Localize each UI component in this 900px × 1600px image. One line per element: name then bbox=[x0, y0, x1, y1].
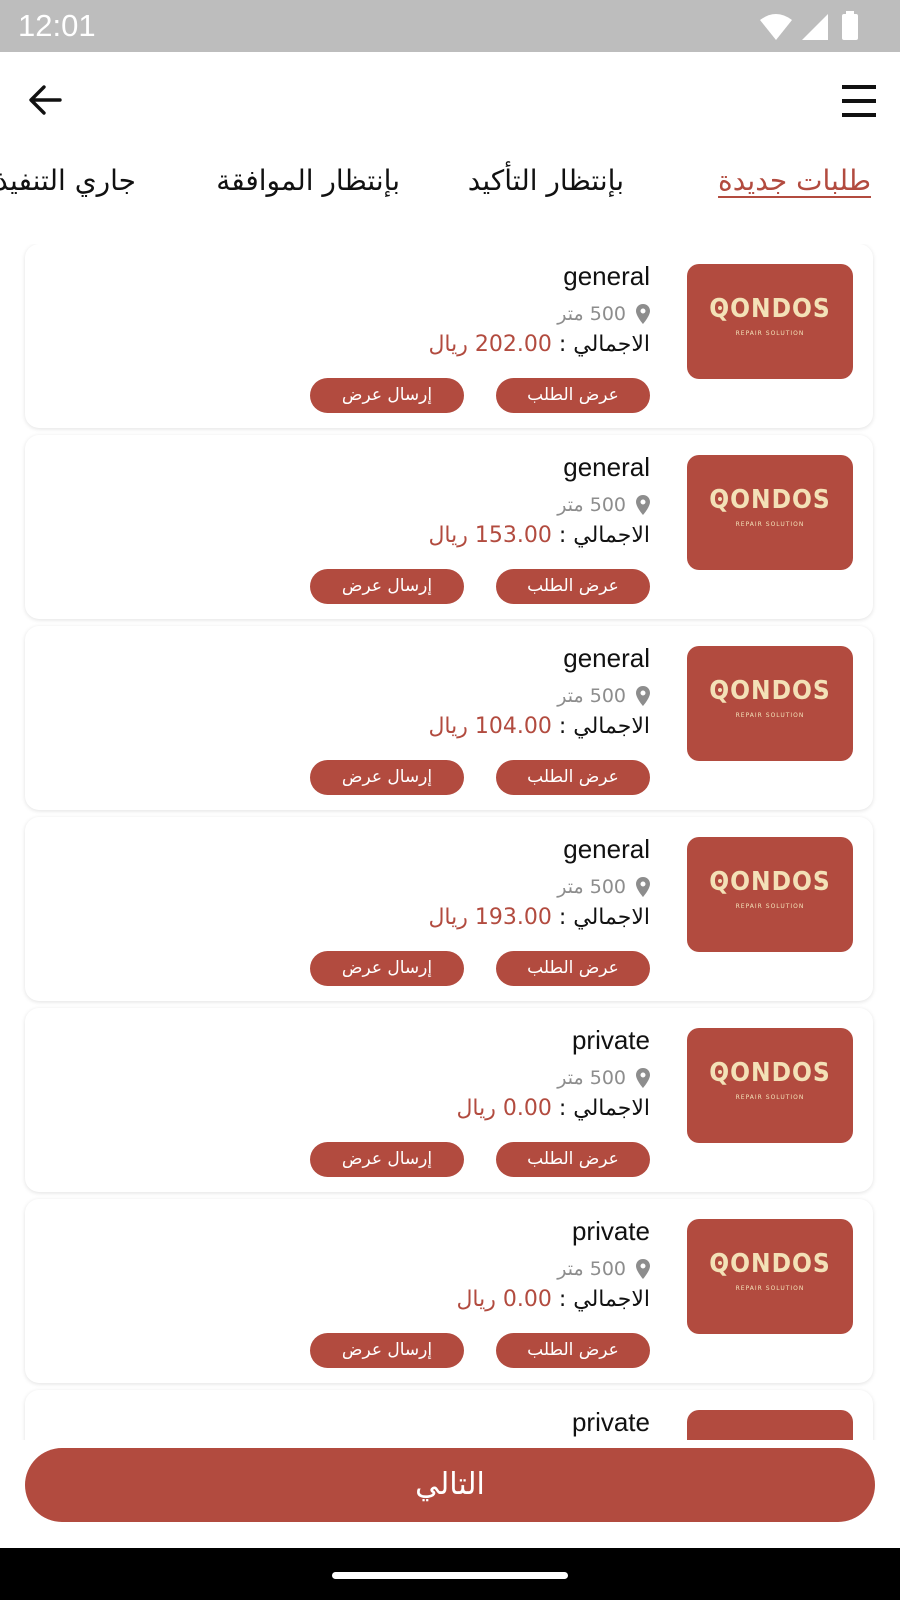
tab-awaiting-confirmation[interactable]: بإنتظار التأكيد bbox=[468, 164, 624, 197]
order-card[interactable]: QONDOS REPAIR SOLUTION private 500 متر ا… bbox=[25, 1199, 873, 1383]
order-location: 500 متر bbox=[557, 301, 650, 327]
order-total: الاجمالي : 0.00 ريال bbox=[456, 1096, 650, 1121]
wifi-icon bbox=[760, 14, 792, 40]
total-label: الاجمالي : bbox=[558, 905, 650, 930]
order-total: الاجمالي : 193.00 ريال bbox=[428, 905, 650, 930]
total-label: الاجمالي : bbox=[558, 1287, 650, 1312]
order-distance: 500 متر bbox=[557, 876, 626, 898]
total-label: الاجمالي : bbox=[558, 714, 650, 739]
view-order-button[interactable]: عرض الطلب bbox=[496, 760, 650, 795]
order-distance: 500 متر bbox=[557, 685, 626, 707]
order-location: 500 متر bbox=[557, 874, 650, 900]
total-label: الاجمالي : bbox=[558, 523, 650, 548]
company-logo: QONDOS REPAIR SOLUTION bbox=[687, 837, 853, 952]
send-offer-button[interactable]: إرسال عرض bbox=[310, 760, 464, 795]
order-card[interactable]: QONDOS REPAIR SOLUTION general 500 متر ا… bbox=[25, 626, 873, 810]
order-card[interactable]: QONDOS REPAIR SOLUTION private bbox=[25, 1390, 873, 1440]
order-total: الاجمالي : 104.00 ريال bbox=[428, 714, 650, 739]
location-pin-icon bbox=[636, 1068, 650, 1088]
total-price: 0.00 ريال bbox=[456, 1287, 552, 1312]
view-order-button[interactable]: عرض الطلب bbox=[496, 378, 650, 413]
total-price: 104.00 ريال bbox=[428, 714, 552, 739]
company-logo: QONDOS REPAIR SOLUTION bbox=[687, 455, 853, 570]
logo-subtitle: REPAIR SOLUTION bbox=[735, 330, 805, 337]
home-gesture-handle[interactable] bbox=[332, 1572, 568, 1579]
order-card[interactable]: QONDOS REPAIR SOLUTION general 500 متر ا… bbox=[25, 244, 873, 428]
order-distance: 500 متر bbox=[557, 494, 626, 516]
total-label: الاجمالي : bbox=[558, 332, 650, 357]
app-bar bbox=[0, 52, 900, 144]
status-tabs: طلبات جديدة بإنتظار التأكيد بإنتظار المو… bbox=[0, 150, 900, 220]
view-order-button[interactable]: عرض الطلب bbox=[496, 1142, 650, 1177]
location-pin-icon bbox=[636, 1259, 650, 1279]
location-pin-icon bbox=[636, 686, 650, 706]
order-total: الاجمالي : 0.00 ريال bbox=[456, 1287, 650, 1312]
order-card[interactable]: QONDOS REPAIR SOLUTION general 500 متر ا… bbox=[25, 435, 873, 619]
logo-subtitle: REPAIR SOLUTION bbox=[735, 1285, 805, 1292]
send-offer-button[interactable]: إرسال عرض bbox=[310, 1333, 464, 1368]
send-offer-button[interactable]: إرسال عرض bbox=[310, 569, 464, 604]
view-order-button[interactable]: عرض الطلب bbox=[496, 569, 650, 604]
back-arrow-icon[interactable] bbox=[24, 78, 68, 122]
order-title: private bbox=[571, 1216, 650, 1246]
company-logo: QONDOS REPAIR SOLUTION bbox=[687, 1028, 853, 1143]
order-distance: 500 متر bbox=[557, 1067, 626, 1089]
total-price: 193.00 ريال bbox=[428, 905, 552, 930]
order-title: general bbox=[563, 834, 650, 864]
status-bar: 12:01 bbox=[0, 0, 900, 52]
orders-list: QONDOS REPAIR SOLUTION general 500 متر ا… bbox=[0, 244, 900, 1440]
logo-word: QONDOS bbox=[709, 294, 831, 324]
total-price: 153.00 ريال bbox=[428, 523, 552, 548]
total-label: الاجمالي : bbox=[558, 1096, 650, 1121]
total-price: 0.00 ريال bbox=[456, 1096, 552, 1121]
send-offer-button[interactable]: إرسال عرض bbox=[310, 378, 464, 413]
status-icons bbox=[760, 11, 858, 40]
location-pin-icon bbox=[636, 304, 650, 324]
order-title: general bbox=[563, 261, 650, 291]
company-logo: QONDOS REPAIR SOLUTION bbox=[687, 264, 853, 379]
location-pin-icon bbox=[636, 877, 650, 897]
total-price: 202.00 ريال bbox=[428, 332, 552, 357]
logo-word: QONDOS bbox=[709, 485, 831, 515]
status-time: 12:01 bbox=[18, 8, 96, 43]
logo-subtitle: REPAIR SOLUTION bbox=[735, 903, 805, 910]
logo-subtitle: REPAIR SOLUTION bbox=[735, 712, 805, 719]
send-offer-button[interactable]: إرسال عرض bbox=[310, 951, 464, 986]
logo-subtitle: REPAIR SOLUTION bbox=[735, 1094, 805, 1101]
battery-icon bbox=[842, 14, 858, 40]
logo-word: QONDOS bbox=[709, 1058, 831, 1088]
order-title: private bbox=[571, 1407, 650, 1437]
tab-in-progress[interactable]: جاري التنفيذ bbox=[0, 164, 136, 197]
view-order-button[interactable]: عرض الطلب bbox=[496, 951, 650, 986]
order-title: general bbox=[563, 643, 650, 673]
logo-word: QONDOS bbox=[709, 676, 831, 706]
order-total: الاجمالي : 202.00 ريال bbox=[428, 332, 650, 357]
order-location: 500 متر bbox=[557, 683, 650, 709]
order-distance: 500 متر bbox=[557, 1258, 626, 1280]
cellular-signal-icon bbox=[802, 14, 828, 40]
order-location: 500 متر bbox=[557, 492, 650, 518]
company-logo: QONDOS REPAIR SOLUTION bbox=[687, 1219, 853, 1334]
send-offer-button[interactable]: إرسال عرض bbox=[310, 1142, 464, 1177]
location-pin-icon bbox=[636, 495, 650, 515]
view-order-button[interactable]: عرض الطلب bbox=[496, 1333, 650, 1368]
order-total: الاجمالي : 153.00 ريال bbox=[428, 523, 650, 548]
system-nav-bar bbox=[0, 1548, 900, 1600]
company-logo: QONDOS REPAIR SOLUTION bbox=[687, 1410, 853, 1440]
tab-awaiting-approval[interactable]: بإنتظار الموافقة bbox=[216, 164, 400, 197]
next-button[interactable]: التالي bbox=[25, 1448, 875, 1522]
order-location: 500 متر bbox=[557, 1065, 650, 1091]
order-distance: 500 متر bbox=[557, 303, 626, 325]
order-card[interactable]: QONDOS REPAIR SOLUTION private 500 متر ا… bbox=[25, 1008, 873, 1192]
order-location: 500 متر bbox=[557, 1256, 650, 1282]
tab-new-requests[interactable]: طلبات جديدة bbox=[718, 164, 871, 197]
company-logo: QONDOS REPAIR SOLUTION bbox=[687, 646, 853, 761]
order-title: private bbox=[571, 1025, 650, 1055]
order-card[interactable]: QONDOS REPAIR SOLUTION general 500 متر ا… bbox=[25, 817, 873, 1001]
logo-subtitle: REPAIR SOLUTION bbox=[735, 521, 805, 528]
order-title: general bbox=[563, 452, 650, 482]
logo-word: QONDOS bbox=[709, 867, 831, 897]
logo-word: QONDOS bbox=[709, 1249, 831, 1279]
hamburger-menu-icon[interactable] bbox=[836, 78, 882, 124]
